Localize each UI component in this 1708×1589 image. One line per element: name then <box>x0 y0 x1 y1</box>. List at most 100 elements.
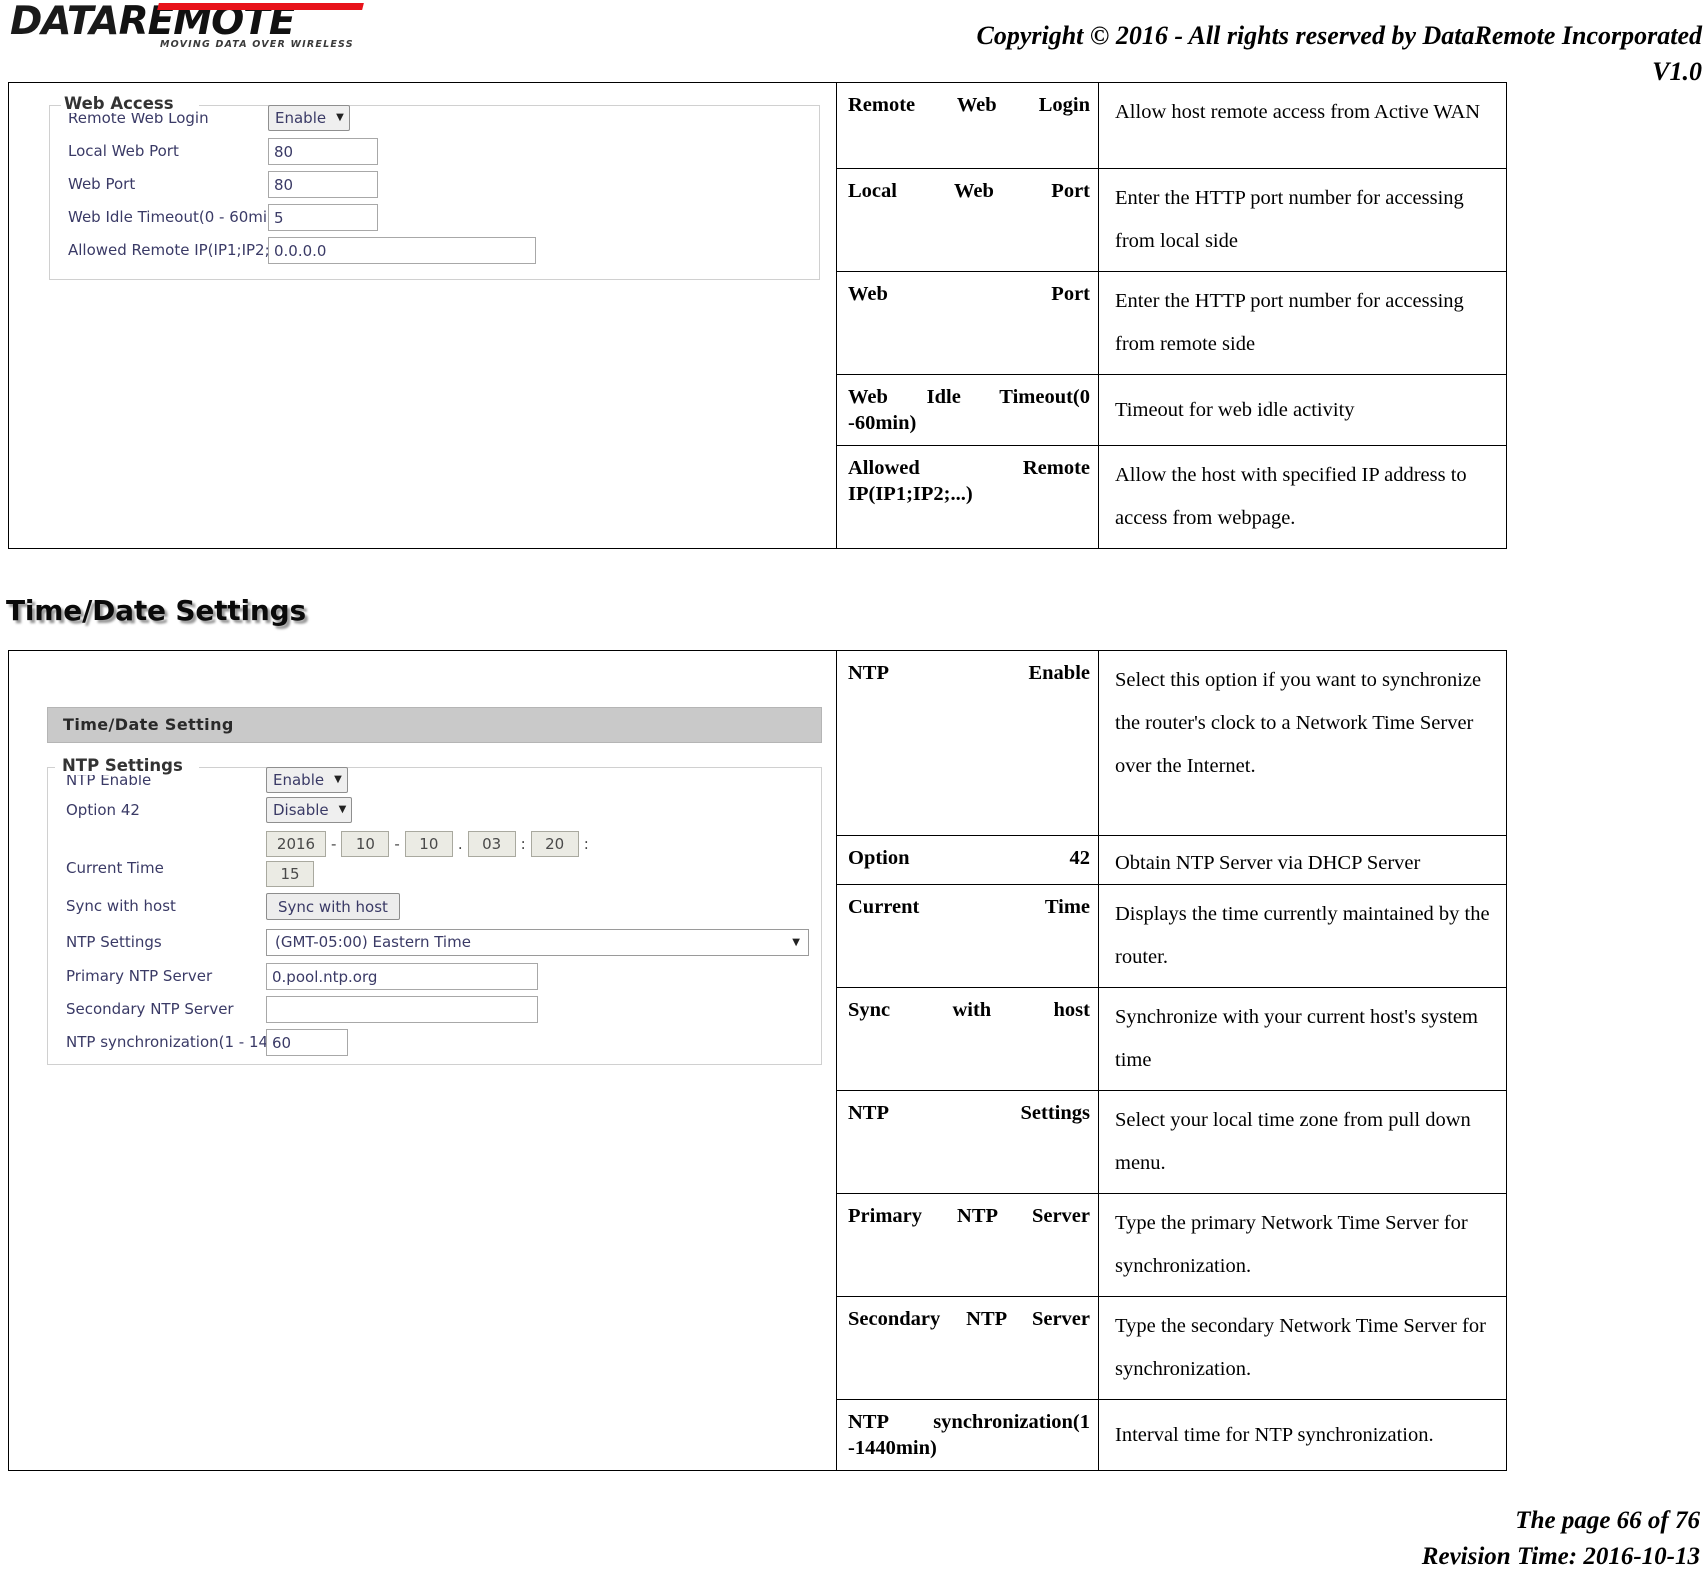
label-sync-with-host: Sync with host <box>66 897 176 915</box>
param-name-cell: Remote Web Login <box>836 82 1099 169</box>
current-time-minute[interactable]: 20 <box>530 831 579 857</box>
control-primary-ntp-server: 0.pool.ntp.org <box>266 963 538 990</box>
param-name-cell: Sync with host <box>836 987 1099 1091</box>
date-separator-1: - <box>331 835 337 853</box>
form-row-ntp-synchronization: NTP synchronization(1 - 1440min) 60 <box>66 1029 821 1056</box>
control-web-idle-timeout: 5 <box>268 204 378 231</box>
chevron-down-icon: ▼ <box>336 111 344 123</box>
label-option-42: Option 42 <box>66 801 140 819</box>
form-row-web-port: Web Port 80 <box>68 171 819 198</box>
logo-red-bar <box>157 3 364 10</box>
label-web-port: Web Port <box>68 175 136 193</box>
param-name-cell: NTP Enable <box>836 650 1099 836</box>
ntp-settings-fieldset: NTP Settings NTP Enable Enable ▼ Option … <box>47 756 822 1065</box>
label-allowed-remote-ip: Allowed Remote IP(IP1;IP2;...) <box>68 241 290 259</box>
param-desc-cell: Allow the host with specified IP address… <box>1098 445 1507 549</box>
control-local-web-port: 80 <box>268 138 378 165</box>
page-footer: The page 66 of 76 Revision Time: 2016-10… <box>1422 1503 1700 1575</box>
form-row-local-web-port: Local Web Port 80 <box>68 138 819 165</box>
param-desc-cell: Timeout for web idle activity <box>1098 374 1507 446</box>
form-row-ntp-settings: NTP Settings (GMT-05:00) Eastern Time ▼ <box>66 929 821 956</box>
ntp-enable-select[interactable]: Enable ▼ <box>266 767 348 793</box>
param-name-cell: NTP Settings <box>836 1090 1099 1194</box>
label-local-web-port: Local Web Port <box>68 142 179 160</box>
control-current-time: 2016 - 10 - 10 . 03 : 20 : 15 <box>266 831 616 887</box>
remote-web-login-select[interactable]: Enable ▼ <box>268 105 350 131</box>
param-name-cell: Web Idle Timeout(0 -60min) <box>836 374 1099 446</box>
ntp-settings-legend: NTP Settings <box>60 756 191 775</box>
secondary-ntp-server-input[interactable] <box>266 996 538 1023</box>
table-row: Web Access Remote Web Login Enable ▼ Loc… <box>8 82 1507 549</box>
param-name-cell: NTP synchronization(1 -1440min) <box>836 1399 1099 1471</box>
form-row-web-idle-timeout: Web Idle Timeout(0 - 60min) 5 <box>68 204 819 231</box>
param-desc-cell: Displays the time currently maintained b… <box>1098 884 1507 988</box>
form-row-option-42: Option 42 Disable ▼ <box>66 797 821 823</box>
ntp-settings-wrapper: NTP Settings NTP Enable Enable ▼ Option … <box>47 756 822 1065</box>
ntp-timezone-select[interactable]: (GMT-05:00) Eastern Time ▼ <box>266 929 809 956</box>
allowed-remote-ip-input[interactable]: 0.0.0.0 <box>268 237 536 264</box>
param-name-cell: Current Time <box>836 884 1099 988</box>
control-ntp-enable: Enable ▼ <box>266 767 348 793</box>
form-row-secondary-ntp-server: Secondary NTP Server <box>66 996 821 1023</box>
logo-tagline: MOVING DATA OVER WIRELESS <box>160 39 354 50</box>
web-access-screenshot-cell: Web Access Remote Web Login Enable ▼ Loc… <box>8 82 837 549</box>
section-heading-time-date: Time/Date Settings <box>6 594 306 627</box>
page-number: The page 66 of 76 <box>1515 1507 1700 1534</box>
form-row-current-time: Current Time 2016 - 10 - 10 . 03 : 20: … <box>66 831 821 887</box>
time-date-panel-title: Time/Date Setting <box>47 707 822 743</box>
param-desc-cell: Enter the HTTP port number for accessing… <box>1098 271 1507 375</box>
current-time-year[interactable]: 2016 <box>266 831 326 857</box>
web-access-fieldset: Web Access Remote Web Login Enable ▼ Loc… <box>49 94 820 280</box>
web-port-input[interactable]: 80 <box>268 171 378 198</box>
local-web-port-input[interactable]: 80 <box>268 138 378 165</box>
form-row-primary-ntp-server: Primary NTP Server 0.pool.ntp.org <box>66 963 821 990</box>
time-date-table: Time/Date Setting NTP Settings NTP Enabl… <box>8 650 1507 1471</box>
time-separator-2: : <box>583 835 589 853</box>
param-name-cell: Allowed Remote IP(IP1;IP2;...) <box>836 445 1099 549</box>
param-desc-cell: Select your local time zone from pull do… <box>1098 1090 1507 1194</box>
time-separator-1: : <box>520 835 526 853</box>
web-access-legend: Web Access <box>62 94 182 113</box>
primary-ntp-server-input[interactable]: 0.pool.ntp.org <box>266 963 538 990</box>
label-web-idle-timeout: Web Idle Timeout(0 - 60min) <box>68 208 283 226</box>
table-row: Time/Date Setting NTP Settings NTP Enabl… <box>8 650 1507 1471</box>
ntp-timezone-value: (GMT-05:00) Eastern Time <box>275 933 471 951</box>
web-access-panel: Web Access Remote Web Login Enable ▼ Loc… <box>49 94 820 280</box>
label-ntp-synchronization: NTP synchronization(1 - 1440min) <box>66 1033 322 1051</box>
time-date-screenshot-cell: Time/Date Setting NTP Settings NTP Enabl… <box>8 650 837 1471</box>
option-42-select[interactable]: Disable ▼ <box>266 797 353 823</box>
web-idle-timeout-input[interactable]: 5 <box>268 204 378 231</box>
label-primary-ntp-server: Primary NTP Server <box>66 967 213 985</box>
remote-web-login-value: Enable <box>275 108 327 127</box>
param-name-cell: Local Web Port <box>836 168 1099 272</box>
revision-time: Revision Time: 2016-10-13 <box>1421 1543 1700 1570</box>
control-sync-with-host: Sync with host <box>266 893 400 920</box>
date-separator-2: - <box>394 835 400 853</box>
dataremote-logo: DATAREMOTE MOVING DATA OVER WIRELESS <box>10 2 364 50</box>
param-desc-cell: Obtain NTP Server via DHCP Server <box>1098 835 1507 885</box>
current-time-hour[interactable]: 03 <box>467 831 516 857</box>
sync-with-host-button[interactable]: Sync with host <box>266 893 400 920</box>
form-row-sync-with-host: Sync with host Sync with host <box>66 893 821 920</box>
control-web-port: 80 <box>268 171 378 198</box>
current-time-month[interactable]: 10 <box>341 831 390 857</box>
label-ntp-settings: NTP Settings <box>66 933 162 951</box>
label-secondary-ntp-server: Secondary NTP Server <box>66 1000 234 1018</box>
control-remote-web-login: Enable ▼ <box>268 105 350 131</box>
param-name-cell: Secondary NTP Server <box>836 1296 1099 1400</box>
ntp-synchronization-input[interactable]: 60 <box>266 1029 348 1056</box>
current-time-day[interactable]: 10 <box>404 831 453 857</box>
time-date-panel: Time/Date Setting NTP Settings NTP Enabl… <box>47 707 822 1065</box>
ntp-enable-value: Enable <box>273 770 325 789</box>
datetime-separator: . <box>457 835 463 853</box>
control-option-42: Disable ▼ <box>266 797 353 823</box>
option-42-value: Disable <box>273 800 329 819</box>
param-desc-cell: Allow host remote access from Active WAN <box>1098 82 1507 169</box>
web-access-table: Web Access Remote Web Login Enable ▼ Loc… <box>8 82 1507 549</box>
current-time-second[interactable]: 15 <box>266 861 314 887</box>
form-row-allowed-remote-ip: Allowed Remote IP(IP1;IP2;...) 0.0.0.0 <box>68 237 819 264</box>
param-desc-cell: Synchronize with your current host's sys… <box>1098 987 1507 1091</box>
param-name-cell: Primary NTP Server <box>836 1193 1099 1297</box>
param-name-cell: Web Port <box>836 271 1099 375</box>
chevron-down-icon: ▼ <box>792 936 800 948</box>
